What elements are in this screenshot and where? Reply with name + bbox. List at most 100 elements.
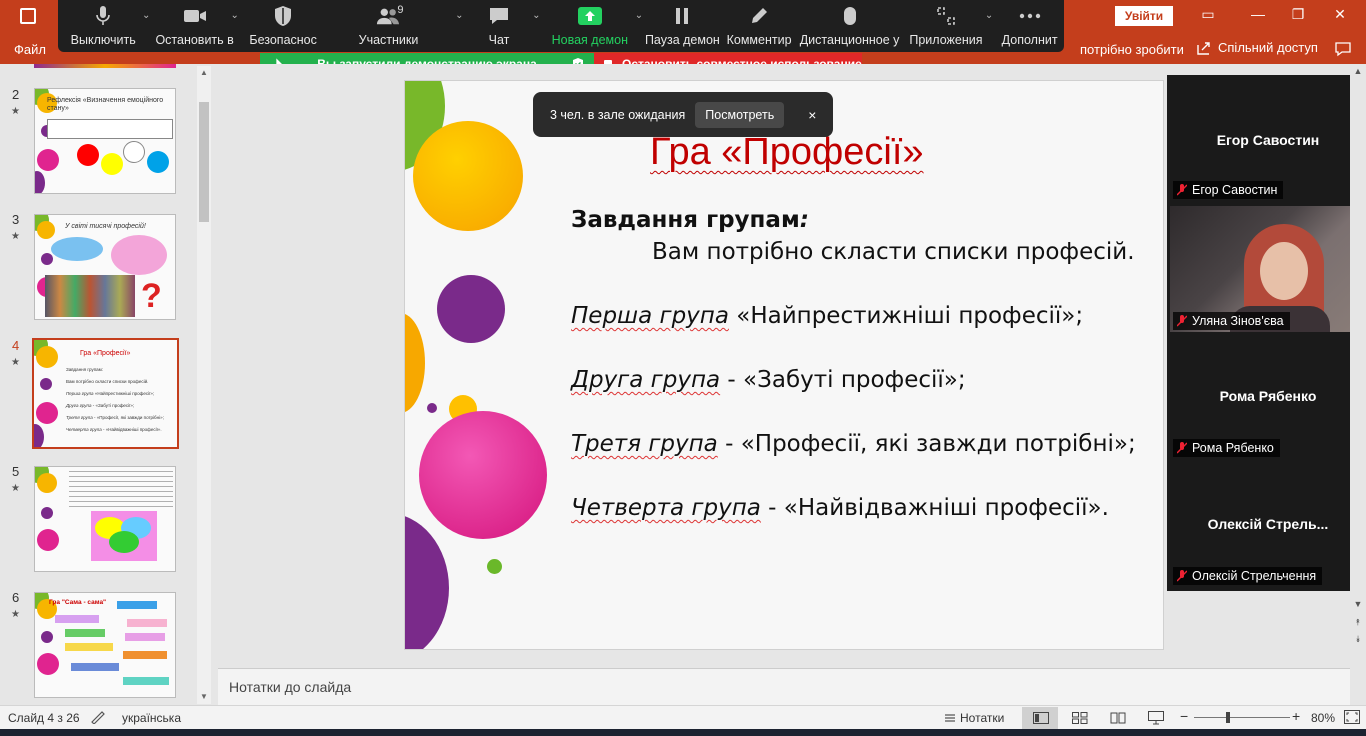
more-button[interactable]: Дополнит [995,0,1064,52]
animation-star-icon: ★ [11,231,20,242]
slide-thumbnail-6[interactable]: Гра "Сама - сама" [34,592,176,698]
pause-share-button[interactable]: Пауза демон [643,0,722,52]
slide-thumbnail-pane: 2 ★ Рефлексія «Визначення емоційного ста… [0,64,218,705]
chevron-down-icon[interactable]: ⌄ [635,10,643,21]
participant-video-tile[interactable]: Уляна Зінов'єва [1170,206,1366,332]
participant-name: Олексій Стрель... [1207,516,1329,532]
previous-thumbnail-edge[interactable] [34,64,176,68]
more-icon [1018,5,1042,27]
participant-name: Рома Рябенко [1219,388,1317,404]
zoom-slider[interactable] [1194,717,1290,718]
share-label: Спільний доступ [1218,40,1318,55]
scroll-up-icon[interactable]: ▲ [1350,66,1366,76]
scrollbar-thumb[interactable] [199,102,209,222]
animation-star-icon: ★ [11,106,20,117]
current-slide[interactable]: Гра «Професії» Завдання групам: Вам потр… [404,80,1164,650]
zoom-out-icon[interactable]: − [1180,708,1188,724]
next-slide-icon[interactable]: ⯯ [1350,634,1366,645]
comments-icon[interactable] [1334,41,1352,57]
normal-view-icon [1033,712,1049,724]
participant-tile[interactable]: Олексій Стрель... Олексій Стрельчення [1170,461,1366,587]
slide-title: Гра «Професії» [650,131,924,173]
previous-slide-icon[interactable]: ⯭ [1350,617,1366,628]
notes-field[interactable]: Нотатки до слайда [218,668,1350,705]
zoom-slider-thumb[interactable] [1226,712,1230,723]
zoom-level[interactable]: 80% [1311,711,1335,725]
participant-name: Егор Савостин [1216,132,1320,148]
slide-number: 3 [12,212,20,227]
scroll-up-icon[interactable]: ▲ [197,68,211,77]
pencil-icon [747,5,771,27]
slide-thumbnail-4[interactable]: Гра «Професії» Завдання групам: Вам потрі… [32,338,179,449]
task-text: Вам потрібно скласти списки професій. [652,239,1135,265]
scroll-down-icon[interactable]: ▼ [1350,599,1366,609]
zoom-meeting-toolbar: Выключить ⌄ Остановить в ⌄ Безопаснос 9 … [58,0,1064,52]
security-button[interactable]: Безопаснос [243,0,324,52]
group-3-line: Третя група - «Професії, які завжди потр… [571,431,1136,457]
ribbon-display-icon[interactable]: ▭ [1198,6,1218,24]
video-camera-icon [183,5,207,27]
save-icon[interactable] [20,8,36,24]
waiting-room-text: 3 чел. в зале ожидания [550,107,686,122]
restore-icon[interactable]: ❐ [1288,6,1308,24]
fit-to-window-icon[interactable] [1344,710,1360,724]
mic-muted-icon [1177,184,1187,196]
apps-button[interactable]: Приложения ⌄ [907,0,993,52]
share-icon [1197,41,1210,55]
language-indicator[interactable]: українська [122,711,181,725]
stop-video-button[interactable]: Остановить в ⌄ [152,0,239,52]
close-icon[interactable]: ✕ [1330,6,1350,24]
mute-button[interactable]: Выключить ⌄ [58,0,150,52]
microphone-icon [91,5,115,27]
slide-thumbnail-3[interactable]: У світі тисячі професій! ? [34,214,176,320]
slideshow-icon[interactable] [1148,711,1164,725]
participant-label: Егор Савостин [1173,181,1284,199]
slide-counter: Слайд 4 з 26 [8,711,80,725]
file-tab[interactable]: Файл [14,42,46,57]
participant-label: Олексій Стрельчення [1173,567,1323,585]
signin-button[interactable]: Увійти [1115,6,1173,26]
notes-button[interactable]: Нотатки [960,711,1004,725]
share-button[interactable]: Спільний доступ [1196,40,1318,55]
new-share-button[interactable]: Новая демон ⌄ [551,0,643,52]
slide-sorter-icon[interactable] [1072,712,1088,724]
group-4-line: Четверта група - «Найвідважніші професії… [571,495,1109,521]
animation-star-icon: ★ [11,609,20,620]
slide-number: 2 [12,87,20,102]
waiting-room-popup: 3 чел. в зале ожидания Посмотреть × [533,92,833,137]
scroll-down-icon[interactable]: ▼ [197,692,211,701]
slide-scrollbar[interactable]: ▲ ▼ ⯭ ⯯ [1350,64,1366,705]
remote-control-button[interactable]: Дистанционное у [798,0,900,52]
mic-muted-icon [1177,315,1187,327]
pause-icon [670,5,694,27]
shield-icon [271,5,295,27]
chevron-down-icon[interactable]: ⌄ [985,10,993,21]
slide-number: 6 [12,590,20,605]
spelling-check-icon[interactable] [90,710,106,724]
tell-me-hint[interactable]: потрібно зробити [1080,42,1184,57]
chevron-down-icon[interactable]: ⌄ [532,10,540,21]
thumbnail-scrollbar[interactable]: ▲ ▼ [197,66,211,704]
view-waiting-room-button[interactable]: Посмотреть [695,101,785,128]
participant-tile[interactable]: Егор Савостин Егор Савостин [1170,75,1366,201]
annotate-button[interactable]: Комментир [726,0,793,52]
minimize-icon[interactable]: — [1248,6,1268,24]
mic-muted-icon [1177,570,1187,582]
slide-thumbnail-2[interactable]: Рефлексія «Визначення емоційного стану» [34,88,176,194]
group-1-line: Перша група «Найпрестижніші професії»; [571,303,1084,329]
slide-thumbnail-5[interactable] [34,466,176,572]
chevron-down-icon[interactable]: ⌄ [142,10,150,21]
group-2-line: Друга група - «Забуті професії»; [571,367,966,393]
participant-tile[interactable]: Рома Рябенко Рома Рябенко [1170,333,1366,459]
taskbar [0,729,1366,736]
chat-button[interactable]: Чат ⌄ [470,0,541,52]
chevron-down-icon[interactable]: ⌄ [455,10,463,21]
notes-icon [945,714,955,722]
reading-view-icon[interactable] [1110,712,1126,724]
chevron-down-icon[interactable]: ⌄ [230,10,238,21]
participants-button[interactable]: 9 Участники ⌄ [337,0,464,52]
mic-muted-icon [1177,442,1187,454]
close-icon[interactable]: × [808,107,816,123]
zoom-in-icon[interactable]: + [1292,708,1300,724]
slide-number: 4 [12,338,20,353]
